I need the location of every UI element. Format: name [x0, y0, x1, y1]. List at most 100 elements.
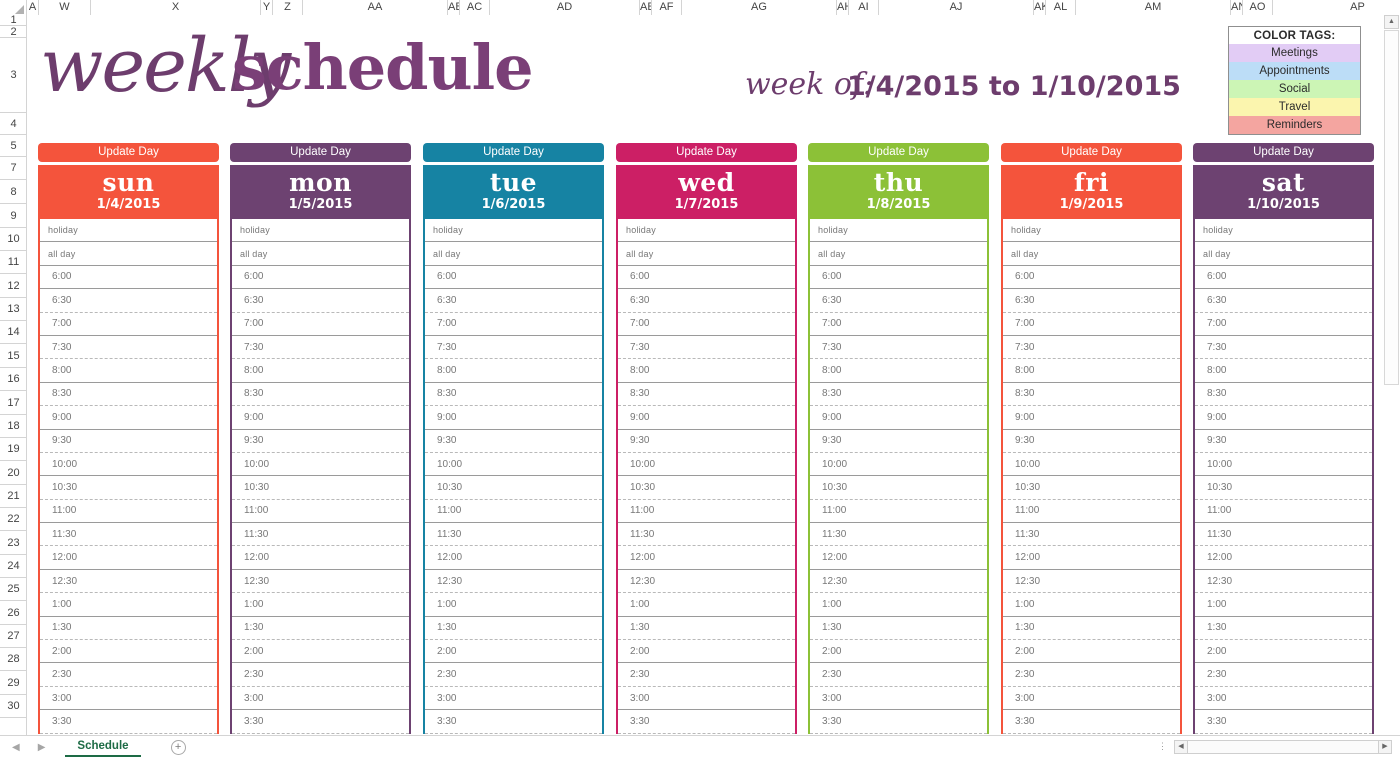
slot-fri-830[interactable]: 8:30 — [1003, 382, 1180, 407]
row-header-3[interactable]: 3 — [0, 38, 27, 113]
slot-tue-800[interactable]: 8:00 — [425, 359, 602, 383]
slot-sat-1030[interactable]: 10:30 — [1195, 476, 1372, 500]
slot-mon-730[interactable]: 7:30 — [232, 335, 409, 360]
slot-wed-330[interactable]: 3:30 — [618, 710, 795, 734]
slot-sat-730[interactable]: 7:30 — [1195, 335, 1372, 360]
slot-tue-630[interactable]: 6:30 — [425, 289, 602, 313]
slot-sat-1130[interactable]: 11:30 — [1195, 523, 1372, 547]
slot-thu-730[interactable]: 7:30 — [810, 335, 987, 360]
slot-tue-830[interactable]: 8:30 — [425, 382, 602, 407]
column-header-aa[interactable]: AA — [303, 0, 448, 15]
column-header-z[interactable]: Z — [273, 0, 303, 15]
column-header-ap[interactable]: AP — [1273, 0, 1400, 15]
slot-wed-630[interactable]: 6:30 — [618, 289, 795, 313]
row-header-18[interactable]: 18 — [0, 415, 27, 438]
slot-tue-930[interactable]: 9:30 — [425, 429, 602, 453]
scroll-up-button[interactable]: ▲ — [1384, 15, 1399, 29]
column-header-a[interactable]: A — [27, 0, 39, 15]
row-header-1[interactable]: 1 — [0, 15, 27, 26]
slot-fri-800[interactable]: 8:00 — [1003, 359, 1180, 383]
slot-thu-800[interactable]: 8:00 — [810, 359, 987, 383]
column-header-x[interactable]: X — [91, 0, 261, 15]
slot-fri-930[interactable]: 9:30 — [1003, 429, 1180, 453]
row-header-20[interactable]: 20 — [0, 461, 27, 485]
slot-mon-830[interactable]: 8:30 — [232, 382, 409, 407]
column-header-al[interactable]: AL — [1046, 0, 1076, 15]
slot-wed-1100[interactable]: 11:00 — [618, 499, 795, 524]
slot-fri-900[interactable]: 9:00 — [1003, 406, 1180, 430]
horizontal-scroll-track[interactable] — [1188, 739, 1378, 754]
slot-mon-1200[interactable]: 12:00 — [232, 546, 409, 570]
slot-sat-1100[interactable]: 11:00 — [1195, 499, 1372, 524]
update-day-button-sun[interactable]: Update Day — [38, 143, 219, 162]
column-header-y[interactable]: Y — [261, 0, 273, 15]
slot-allday-tue[interactable]: all day — [425, 242, 602, 266]
row-header-15[interactable]: 15 — [0, 344, 27, 368]
slot-wed-1000[interactable]: 10:00 — [618, 452, 795, 477]
slot-allday-sun[interactable]: all day — [40, 242, 217, 266]
row-header-16[interactable]: 16 — [0, 368, 27, 391]
slot-tue-1200[interactable]: 12:00 — [425, 546, 602, 570]
slot-sat-200[interactable]: 2:00 — [1195, 640, 1372, 664]
slot-wed-700[interactable]: 7:00 — [618, 312, 795, 336]
slot-holiday-sun[interactable]: holiday — [40, 219, 217, 243]
column-header-ao[interactable]: AO — [1243, 0, 1273, 15]
slot-fri-330[interactable]: 3:30 — [1003, 710, 1180, 734]
slot-wed-830[interactable]: 8:30 — [618, 382, 795, 407]
slot-sat-600[interactable]: 6:00 — [1195, 265, 1372, 290]
slot-fri-1130[interactable]: 11:30 — [1003, 523, 1180, 547]
slot-mon-1130[interactable]: 11:30 — [232, 523, 409, 547]
slot-wed-1130[interactable]: 11:30 — [618, 523, 795, 547]
row-header-14[interactable]: 14 — [0, 321, 27, 344]
row-header-24[interactable]: 24 — [0, 555, 27, 578]
slot-sat-700[interactable]: 7:00 — [1195, 312, 1372, 336]
slot-thu-630[interactable]: 6:30 — [810, 289, 987, 313]
column-header-aj[interactable]: AJ — [879, 0, 1034, 15]
row-header-4[interactable]: 4 — [0, 113, 27, 135]
row-header-10[interactable]: 10 — [0, 228, 27, 251]
slot-wed-900[interactable]: 9:00 — [618, 406, 795, 430]
slot-tue-200[interactable]: 2:00 — [425, 640, 602, 664]
slot-wed-100[interactable]: 1:00 — [618, 593, 795, 617]
update-day-button-wed[interactable]: Update Day — [616, 143, 797, 162]
slot-wed-800[interactable]: 8:00 — [618, 359, 795, 383]
slot-sun-300[interactable]: 3:00 — [40, 686, 217, 711]
slot-holiday-mon[interactable]: holiday — [232, 219, 409, 243]
slot-thu-300[interactable]: 3:00 — [810, 686, 987, 711]
slot-allday-mon[interactable]: all day — [232, 242, 409, 266]
slot-sun-900[interactable]: 9:00 — [40, 406, 217, 430]
slot-sat-630[interactable]: 6:30 — [1195, 289, 1372, 313]
slot-mon-900[interactable]: 9:00 — [232, 406, 409, 430]
slot-wed-600[interactable]: 6:00 — [618, 265, 795, 290]
row-header-9[interactable]: 9 — [0, 204, 27, 228]
slot-sun-730[interactable]: 7:30 — [40, 335, 217, 360]
slot-sun-700[interactable]: 7:00 — [40, 312, 217, 336]
slot-thu-1230[interactable]: 12:30 — [810, 569, 987, 594]
slot-holiday-thu[interactable]: holiday — [810, 219, 987, 243]
slot-tue-730[interactable]: 7:30 — [425, 335, 602, 360]
slot-thu-1000[interactable]: 10:00 — [810, 452, 987, 477]
row-header-19[interactable]: 19 — [0, 438, 27, 461]
slot-sat-230[interactable]: 2:30 — [1195, 663, 1372, 687]
slot-tue-130[interactable]: 1:30 — [425, 616, 602, 641]
slot-sun-200[interactable]: 2:00 — [40, 640, 217, 664]
slot-thu-100[interactable]: 1:00 — [810, 593, 987, 617]
update-day-button-thu[interactable]: Update Day — [808, 143, 989, 162]
slot-fri-1030[interactable]: 10:30 — [1003, 476, 1180, 500]
slot-wed-130[interactable]: 1:30 — [618, 616, 795, 641]
slot-thu-1030[interactable]: 10:30 — [810, 476, 987, 500]
slot-thu-200[interactable]: 2:00 — [810, 640, 987, 664]
row-header-29[interactable]: 29 — [0, 671, 27, 695]
slot-sat-330[interactable]: 3:30 — [1195, 710, 1372, 734]
slot-tue-1130[interactable]: 11:30 — [425, 523, 602, 547]
slot-sun-800[interactable]: 8:00 — [40, 359, 217, 383]
slot-mon-100[interactable]: 1:00 — [232, 593, 409, 617]
column-header-an[interactable]: AN — [1231, 0, 1243, 15]
slot-fri-1200[interactable]: 12:00 — [1003, 546, 1180, 570]
slot-sat-100[interactable]: 1:00 — [1195, 593, 1372, 617]
slot-sat-1000[interactable]: 10:00 — [1195, 452, 1372, 477]
slot-tue-230[interactable]: 2:30 — [425, 663, 602, 687]
slot-sun-600[interactable]: 6:00 — [40, 265, 217, 290]
row-header-13[interactable]: 13 — [0, 298, 27, 321]
slot-tue-1100[interactable]: 11:00 — [425, 499, 602, 524]
